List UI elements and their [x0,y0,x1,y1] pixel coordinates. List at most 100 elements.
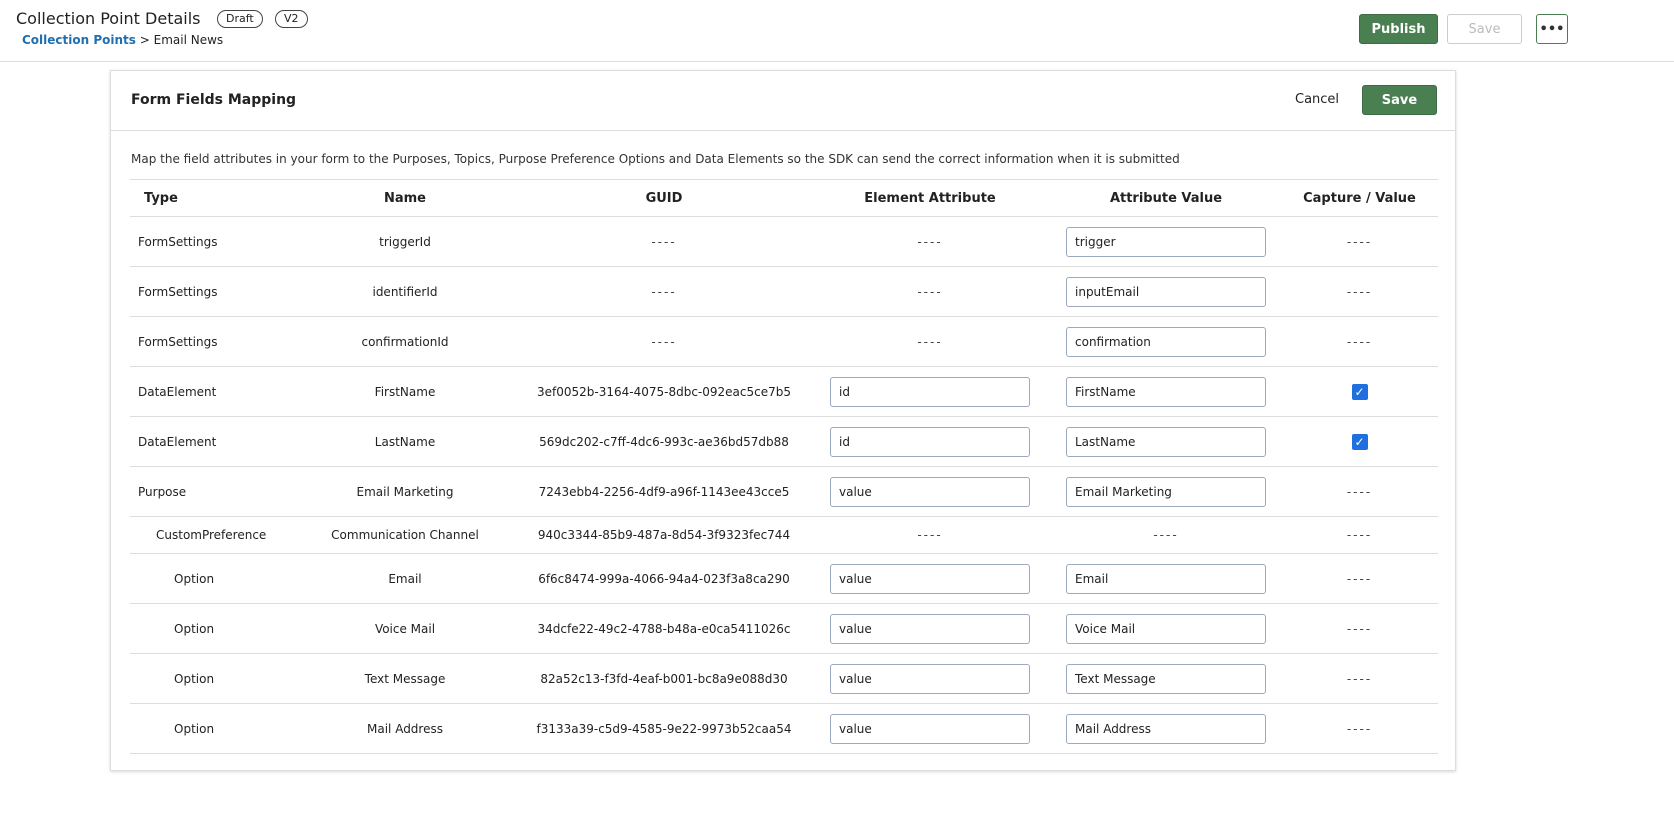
capture-value-cell: ---- [1346,721,1373,736]
top-bar: Collection Point Details Draft V2 Collec… [0,0,1674,62]
type-cell: CustomPreference [156,528,267,542]
type-cell: FormSettings [138,284,218,299]
table-row: FormSettings confirmationId ---- ---- confir… [130,317,1438,367]
guid-cell: 6f6c8474-999a-4066-94a4-023f3a8ca290 [538,571,790,586]
element-attribute-input[interactable]: value [830,713,1030,744]
guid-cell: f3133a39-c5d9-4585-9e22-9973b52caa54 [536,721,792,736]
element-attribute-input[interactable]: value [830,613,1030,644]
table-row: Purpose Email Marketing 7243ebb4-2256-4df9… [130,467,1438,517]
page-title: Collection Point Details [16,9,201,28]
name-cell: LastName [374,434,436,449]
column-header: Type [144,190,178,206]
breadcrumb: Collection Points > Email News [22,33,223,47]
table-row: DataElement FirstName 3ef0052b-3164-4075-8… [130,367,1438,417]
name-cell: Mail Address [367,721,443,736]
element-attribute-cell: ---- [917,528,943,542]
name-cell: confirmationId [361,334,449,349]
guid-cell: 569dc202-c7ff-4dc6-993c-ae36bd57db88 [539,434,789,449]
element-attribute-cell: ---- [917,334,943,349]
column-header: Attribute Value [1109,190,1223,206]
attribute-value-cell: ---- [1153,528,1179,542]
capture-checkbox[interactable]: ✓ [1351,433,1368,450]
attribute-value-input[interactable]: inputEmail [1066,276,1266,307]
more-options-button[interactable]: ••• [1536,14,1568,44]
type-cell: Purpose [138,484,187,499]
capture-value-cell: ---- [1346,234,1373,249]
column-header: Element Attribute [864,190,996,206]
element-attribute-input[interactable]: id [830,426,1030,457]
capture-value-cell: ---- [1346,671,1373,686]
type-cell: DataElement [138,384,217,399]
name-cell: identifierId [372,284,438,299]
save-button[interactable]: Save [1447,14,1522,44]
element-attribute-cell: ---- [917,284,943,299]
table-row: DataElement LastName 569dc202-c7ff-4dc6-99… [130,417,1438,467]
attribute-value-input[interactable]: LastName [1066,426,1266,457]
form-fields-mapping-card: Form Fields Mapping Cancel Save Map the … [110,70,1456,771]
mapping-table: Type Name GUID Element Attribute Attribu… [130,179,1438,754]
guid-cell: 82a52c13-f3fd-4eaf-b001-bc8a9e088d30 [540,671,788,686]
cancel-button[interactable]: Cancel [1295,92,1339,107]
attribute-value-input[interactable]: Text Message [1066,663,1266,694]
guid-cell: 7243ebb4-2256-4df9-a96f-1143ee43cce5 [538,484,790,499]
guid-cell: ---- [651,234,677,249]
type-cell: FormSettings [138,234,218,249]
guid-cell: 940c3344-85b9-487a-8d54-3f9323fec744 [537,528,791,542]
name-cell: Email Marketing [356,484,454,499]
name-cell: Communication Channel [331,528,479,542]
attribute-value-input[interactable]: trigger [1066,226,1266,257]
card-header: Form Fields Mapping Cancel Save [111,71,1455,131]
breadcrumb-link[interactable]: Collection Points [22,33,136,47]
attribute-value-input[interactable]: Mail Address [1066,713,1266,744]
capture-value-cell: ---- [1346,528,1373,542]
element-attribute-cell: ---- [917,234,943,249]
table-header: Type Name GUID Element Attribute Attribu… [130,179,1438,217]
name-cell: Email [388,571,422,586]
capture-value-cell: ---- [1346,284,1373,299]
card-title: Form Fields Mapping [131,92,297,108]
type-cell: Option [174,621,215,636]
element-attribute-input[interactable]: id [830,376,1030,407]
capture-value-cell: ---- [1346,334,1373,349]
guid-cell: 3ef0052b-3164-4075-8dbc-092eac5ce7b5 [536,384,791,399]
chevron-right-icon: > [139,33,150,47]
guid-cell: 34dcfe22-49c2-4788-b48a-e0ca5411026c [537,621,791,636]
table-row: Option Voice Mail 34dcfe22-49c2-4788-b48a-… [130,604,1438,654]
capture-value-cell: ---- [1346,571,1373,586]
name-cell: Text Message [364,671,446,686]
status-badge: Draft [217,10,263,28]
element-attribute-input[interactable]: value [830,563,1030,594]
name-cell: Voice Mail [374,621,436,636]
column-header: Capture / Value [1303,190,1416,206]
capture-value-cell: ---- [1346,621,1373,636]
table-row: CustomPreference Communication Channel 940… [130,517,1438,554]
version-badge: V2 [275,10,308,28]
type-cell: Option [174,721,215,736]
card-save-button[interactable]: Save [1362,85,1437,115]
name-cell: FirstName [374,384,436,399]
table-row: FormSettings triggerId ---- ---- trigger ---- [130,217,1438,267]
description: Map the field attributes in your form to… [131,152,1180,166]
table-row: Option Text Message 82a52c13-f3fd-4eaf-b00… [130,654,1438,704]
table-row: Option Mail Address f3133a39-c5d9-4585-9e2… [130,704,1438,754]
attribute-value-input[interactable]: FirstName [1066,376,1266,407]
publish-button[interactable]: Publish [1359,14,1438,44]
breadcrumb-current: Email News [153,33,224,47]
table-row: Option Email 6f6c8474-999a-4066-94a4-023f3… [130,554,1438,604]
attribute-value-input[interactable]: Email Marketing [1066,476,1266,507]
element-attribute-input[interactable]: value [830,476,1030,507]
capture-checkbox[interactable]: ✓ [1351,383,1368,400]
attribute-value-input[interactable]: Voice Mail [1066,613,1266,644]
attribute-value-input[interactable]: confirmation [1066,326,1266,357]
column-header: Name [383,190,426,206]
name-cell: triggerId [379,234,431,249]
element-attribute-input[interactable]: value [830,663,1030,694]
table-row: FormSettings identifierId ---- ---- inputEma… [130,267,1438,317]
type-cell: DataElement [138,434,217,449]
type-cell: FormSettings [138,334,218,349]
guid-cell: ---- [651,284,677,299]
guid-cell: ---- [651,334,677,349]
column-header: GUID [645,190,683,206]
capture-value-cell: ---- [1346,484,1373,499]
attribute-value-input[interactable]: Email [1066,563,1266,594]
